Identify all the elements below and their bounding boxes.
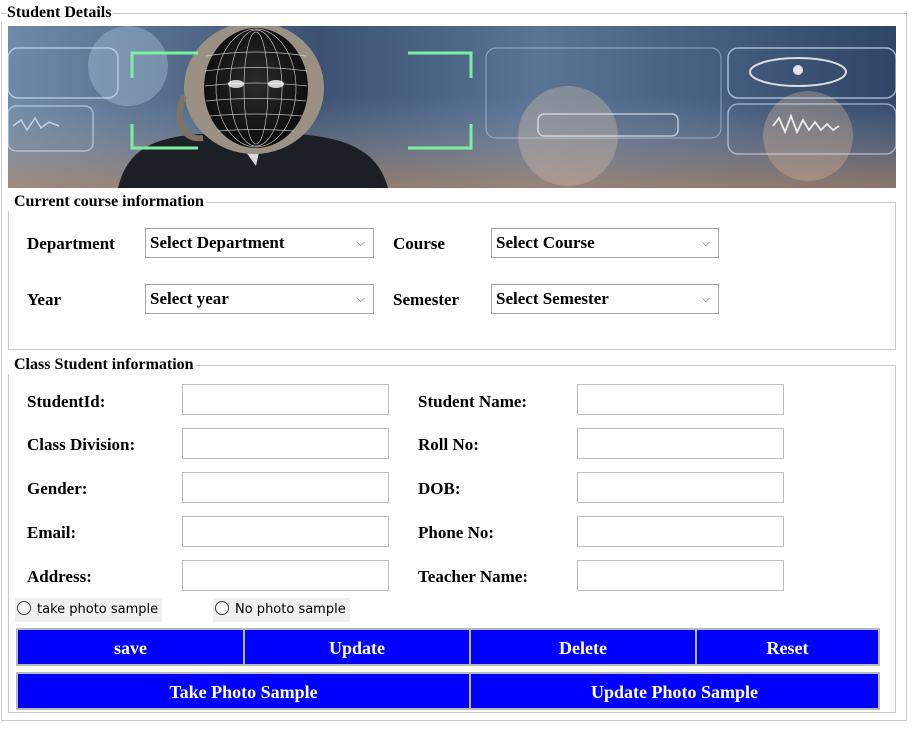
address-input[interactable] (182, 560, 389, 591)
face-recognition-banner (8, 26, 896, 188)
student-name-input[interactable] (577, 384, 784, 415)
photo-buttons-row: Take Photo Sample Update Photo Sample (16, 672, 880, 710)
semester-label: Semester (393, 290, 460, 309)
course-select-value: Select Course (496, 233, 595, 252)
student-details-title: Student Details (1, 4, 114, 22)
course-info-title: Current course information (8, 193, 206, 211)
email-input[interactable] (182, 516, 389, 547)
chevron-down-icon: ⌵ (356, 236, 365, 249)
teacher-name-label: Teacher Name: (418, 567, 529, 586)
student-id-input[interactable] (182, 384, 389, 415)
year-label: Year (27, 290, 61, 309)
update-button[interactable]: Update (245, 630, 471, 664)
radio-unchecked-icon (17, 601, 31, 615)
student-info-title: Class Student information (8, 356, 196, 374)
year-select[interactable]: Select year ⌵ (145, 284, 374, 314)
save-button[interactable]: save (18, 630, 245, 664)
teacher-name-input[interactable] (577, 560, 784, 591)
course-select[interactable]: Select Course ⌵ (491, 228, 719, 258)
course-label: Course (393, 234, 445, 253)
take-photo-sample-radio[interactable]: take photo sample (15, 598, 163, 622)
chevron-down-icon: ⌵ (356, 292, 365, 305)
chevron-down-icon: ⌵ (701, 292, 710, 305)
dob-input[interactable] (577, 472, 784, 503)
no-photo-sample-radio[interactable]: No photo sample (213, 598, 350, 622)
course-info-frame (8, 202, 896, 350)
department-label: Department (27, 234, 115, 253)
take-photo-sample-label: take photo sample (37, 602, 159, 617)
no-photo-sample-label: No photo sample (235, 602, 346, 617)
update-photo-sample-button[interactable]: Update Photo Sample (471, 674, 878, 708)
reset-button[interactable]: Reset (697, 630, 878, 664)
action-buttons-row: save Update Delete Reset (16, 628, 880, 666)
chevron-down-icon: ⌵ (701, 236, 710, 249)
phone-no-input[interactable] (577, 516, 784, 547)
gender-input[interactable] (182, 472, 389, 503)
student-name-label: Student Name: (418, 392, 528, 411)
delete-button[interactable]: Delete (471, 630, 697, 664)
phone-no-label: Phone No: (418, 523, 495, 542)
roll-no-label: Roll No: (418, 435, 479, 454)
dob-label: DOB: (418, 479, 461, 498)
class-division-label: Class Division: (27, 435, 136, 454)
roll-no-input[interactable] (577, 428, 784, 459)
semester-select[interactable]: Select Semester ⌵ (491, 284, 719, 314)
year-select-value: Select year (150, 289, 229, 308)
class-division-input[interactable] (182, 428, 389, 459)
email-label: Email: (27, 523, 77, 542)
address-label: Address: (27, 567, 92, 586)
department-select[interactable]: Select Department ⌵ (145, 228, 374, 258)
radio-unchecked-icon (215, 601, 229, 615)
gender-label: Gender: (27, 479, 88, 498)
department-select-value: Select Department (150, 233, 285, 252)
take-photo-sample-button[interactable]: Take Photo Sample (18, 674, 471, 708)
student-id-label: StudentId: (27, 392, 106, 411)
semester-select-value: Select Semester (496, 289, 609, 308)
